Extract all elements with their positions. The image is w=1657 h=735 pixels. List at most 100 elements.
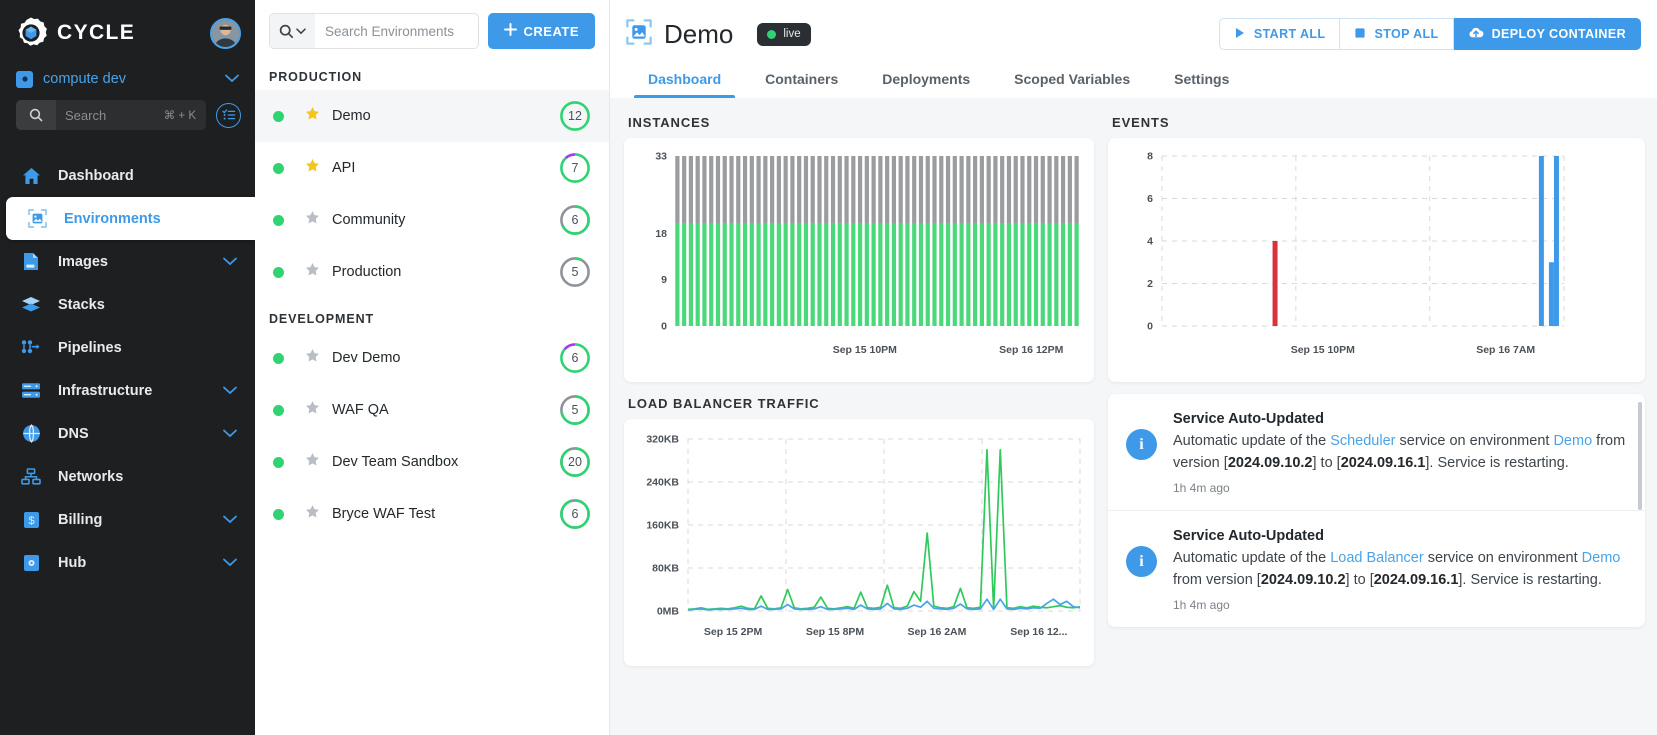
- env-row-waf-qa[interactable]: WAF QA 5: [255, 384, 609, 436]
- group-title-development: DEVELOPMENT: [269, 312, 375, 326]
- star-icon-filled[interactable]: [305, 106, 320, 126]
- left-column: INSTANCES 0 9 18 33 Sep 15 10PM Sep 16 12PM L…: [624, 112, 1094, 666]
- sidebar-item-networks[interactable]: Networks: [0, 455, 255, 498]
- org-name: compute dev: [43, 71, 127, 87]
- feed-item[interactable]: i Service Auto-Updated Automatic update …: [1108, 394, 1645, 510]
- env-row-bryce-waf-test[interactable]: Bryce WAF Test 6: [255, 488, 609, 540]
- svg-text:2: 2: [1147, 278, 1153, 290]
- sidebar-item-stacks[interactable]: Stacks: [0, 283, 255, 326]
- pipelines-icon: [20, 339, 42, 356]
- home-icon: [20, 167, 42, 185]
- events-chart-card: 0 2 4 6 8 Sep 15 10PM Sep 16 7AM: [1108, 138, 1645, 382]
- sidebar-item-dashboard[interactable]: Dashboard: [0, 154, 255, 197]
- svg-text:0: 0: [1147, 321, 1153, 333]
- hub-icon: [20, 554, 42, 572]
- search-shortcut: ⌘ + K: [163, 110, 196, 122]
- sidebar-item-label: Images: [58, 253, 108, 270]
- environment-search-input[interactable]: Search Environments: [269, 13, 479, 49]
- chevron-down-icon: [223, 382, 237, 400]
- search-icon[interactable]: [270, 14, 315, 48]
- action-button-group: START ALL STOP ALL DEPLOY CONTAINER: [1218, 18, 1641, 50]
- stop-all-label: STOP ALL: [1374, 27, 1439, 41]
- svg-text:Sep 15 8PM: Sep 15 8PM: [806, 626, 865, 638]
- tab-containers[interactable]: Containers: [743, 71, 860, 98]
- tab-dashboard[interactable]: Dashboard: [626, 71, 743, 98]
- sidebar-item-label: Networks: [58, 468, 124, 485]
- status-dot: [273, 508, 284, 520]
- env-row-api[interactable]: API 7: [255, 142, 609, 194]
- instance-count-ring: 6: [559, 498, 591, 530]
- instance-count-ring: 12: [559, 100, 591, 132]
- infrastructure-icon: [20, 382, 42, 399]
- sidebar-item-pipelines[interactable]: Pipelines: [0, 326, 255, 369]
- status-badge-label: live: [783, 28, 801, 40]
- sidebar-item-label: Hub: [58, 554, 87, 571]
- sidebar-item-images[interactable]: Images: [0, 240, 255, 283]
- main-content: Demo live START ALL STOP ALL DEPLOY CONT…: [610, 0, 1657, 735]
- star-icon-outline[interactable]: [305, 348, 320, 368]
- status-dot: [273, 456, 284, 468]
- env-name: Dev Demo: [332, 350, 401, 366]
- chevron-down-icon: [223, 554, 237, 572]
- star-icon-filled[interactable]: [305, 158, 320, 178]
- service-link[interactable]: Load Balancer: [1330, 550, 1424, 566]
- deploy-container-button[interactable]: DEPLOY CONTAINER: [1453, 18, 1641, 50]
- star-icon-outline[interactable]: [305, 504, 320, 524]
- feed-body: Service Auto-Updated Automatic update of…: [1173, 528, 1627, 612]
- instance-count-ring: 7: [559, 152, 591, 184]
- sidebar-item-dns[interactable]: DNS: [0, 412, 255, 455]
- sidebar-item-environments[interactable]: Environments: [6, 197, 255, 240]
- tab-scoped-variables[interactable]: Scoped Variables: [992, 71, 1152, 98]
- environment-link[interactable]: Demo: [1553, 433, 1592, 449]
- dashboard-content: INSTANCES 0 9 18 33 Sep 15 10PM Sep 16 12PM L…: [610, 98, 1657, 666]
- environment-groups: PRODUCTION Demo 12 API 7 Community 6 Pro…: [255, 62, 609, 540]
- start-all-button[interactable]: START ALL: [1218, 18, 1341, 50]
- networks-icon: [20, 468, 42, 485]
- svg-text:Sep 16 7AM: Sep 16 7AM: [1476, 344, 1535, 356]
- sidebar-item-label: Pipelines: [58, 339, 122, 356]
- environments-panel: Search Environments CREATE PRODUCTION De…: [255, 0, 610, 735]
- sidebar-item-infrastructure[interactable]: Infrastructure: [0, 369, 255, 412]
- env-row-dev-demo[interactable]: Dev Demo 6: [255, 332, 609, 384]
- env-row-production[interactable]: Production 5: [255, 246, 609, 298]
- sidebar-item-billing[interactable]: $ Billing: [0, 498, 255, 541]
- instance-count-ring: 20: [559, 446, 591, 478]
- create-environment-button[interactable]: CREATE: [487, 13, 595, 49]
- svg-text:240KB: 240KB: [646, 477, 679, 489]
- chevron-down-icon: [223, 511, 237, 529]
- instance-count: 5: [571, 403, 579, 417]
- service-link[interactable]: Scheduler: [1330, 433, 1395, 449]
- instance-count: 7: [571, 161, 579, 175]
- star-icon-outline[interactable]: [305, 262, 320, 282]
- feed-timestamp: 1h 4m ago: [1173, 481, 1230, 496]
- task-list-icon[interactable]: [216, 102, 241, 128]
- environment-icon: [626, 18, 652, 50]
- search-input[interactable]: Search ⌘ + K: [16, 100, 206, 130]
- svg-text:Sep 16 12...: Sep 16 12...: [1010, 626, 1067, 638]
- stop-all-button[interactable]: STOP ALL: [1340, 18, 1454, 50]
- start-all-label: START ALL: [1253, 27, 1326, 41]
- star-icon-outline[interactable]: [305, 210, 320, 230]
- cloud-upload-icon: [1468, 26, 1484, 42]
- star-icon-outline[interactable]: [305, 400, 320, 420]
- environment-link[interactable]: Demo: [1582, 550, 1621, 566]
- stop-icon: [1354, 27, 1366, 42]
- env-row-dev-team-sandbox[interactable]: Dev Team Sandbox 20: [255, 436, 609, 488]
- tab-deployments[interactable]: Deployments: [860, 71, 992, 98]
- svg-text:Sep 15 10PM: Sep 15 10PM: [833, 344, 897, 356]
- status-badge: live: [757, 22, 811, 46]
- star-icon-outline[interactable]: [305, 452, 320, 472]
- avatar[interactable]: [210, 17, 241, 49]
- search-icon: [16, 100, 56, 130]
- cycle-logo-icon: [14, 16, 48, 50]
- scrollbar[interactable]: [1638, 402, 1642, 510]
- feed-item[interactable]: i Service Auto-Updated Automatic update …: [1108, 510, 1645, 627]
- env-row-community[interactable]: Community 6: [255, 194, 609, 246]
- env-row-demo[interactable]: Demo 12: [255, 90, 609, 142]
- org-switcher[interactable]: compute dev: [0, 60, 255, 100]
- svg-text:33: 33: [655, 151, 667, 163]
- tab-settings[interactable]: Settings: [1152, 71, 1251, 98]
- instance-count-ring: 6: [559, 342, 591, 374]
- env-name: Demo: [332, 108, 371, 124]
- sidebar-item-hub[interactable]: Hub: [0, 541, 255, 584]
